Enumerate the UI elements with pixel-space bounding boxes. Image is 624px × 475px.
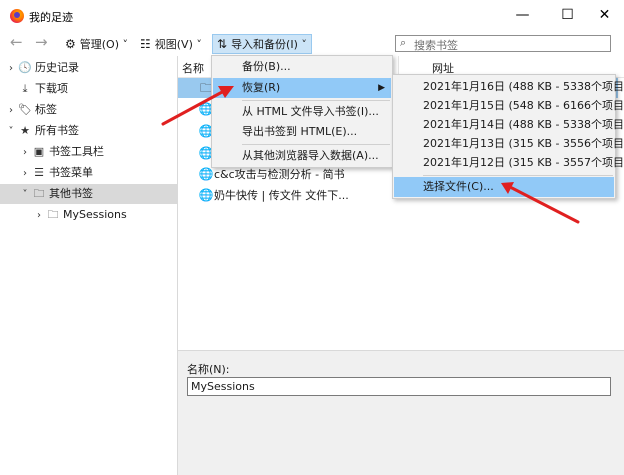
expand-twisty-icon[interactable]: › [4,101,18,121]
expand-twisty-icon[interactable]: › [32,206,46,226]
submenu-arrow-icon: ▶ [378,83,385,93]
window-title: 我的足迹 [29,11,73,24]
tree-item-other-bookmarks[interactable]: ˅ 🗀 其他书签 [0,184,177,204]
collapse-twisty-icon[interactable]: ˅ [18,185,32,205]
import-backup-menu: 备份(B)... 恢复(R) ▶ 从 HTML 文件导入书签(I)... 导出书签… [211,55,393,168]
tree-item-label: MySessions [63,208,127,221]
menu-item-export-html[interactable]: 导出书签到 HTML(E)... [213,122,391,142]
folder-icon: 🗀 [33,187,45,200]
tree-item-label: 书签工具栏 [49,145,104,158]
tree-item-label: 下载项 [35,82,68,95]
back-arrow-icon[interactable]: ← [10,33,23,51]
restore-submenu: 2021年1月16日 (488 KB - 5338个项目) 2021年1月15日… [392,74,624,199]
toolbar-icon: ▣ [33,145,45,158]
star-icon: ★ [20,124,30,137]
tree-item-label: 其他书签 [49,187,93,200]
expand-twisty-icon[interactable]: › [4,59,18,79]
search-icon: ⌕ [400,36,407,49]
tree-item-label: 书签菜单 [49,166,93,179]
menu-item-import-html[interactable]: 从 HTML 文件导入书签(I)... [213,102,391,122]
menu-item-label: 恢复(R) [242,81,281,94]
close-button[interactable]: ✕ [582,0,624,31]
views-menu-button[interactable]: ☷ 视图(V) ˅ [140,35,202,53]
restore-backup-item[interactable]: 2021年1月12日 (315 KB - 3557个项目) [394,153,624,173]
collapse-twisty-icon[interactable]: ˅ [4,122,18,142]
menu-item-backup[interactable]: 备份(B)... [213,57,391,77]
tree-item-downloads[interactable]: ⤓ 下载项 [4,79,68,99]
folder-icon: 🗀 [47,208,59,221]
globe-icon: 🌐 [198,188,214,202]
clock-icon: 🕓 [18,61,32,74]
tree-item-bookmarks-menu[interactable]: › ☰ 书签菜单 [18,163,93,183]
restore-backup-item[interactable]: 2021年1月14日 (488 KB - 5338个项目) [394,115,624,135]
organize-label: 管理(O) ˅ [79,38,129,51]
import-backup-label: 导入和备份(I) ˅ [231,38,307,51]
library-window: 我的足迹 — ☐ ✕ ← → ⚙ 管理(O) ˅ ☷ 视图(V) ˅ ⇅ 导入和备份(… [0,0,624,475]
details-pane: 名称(N): MySessions [178,350,624,475]
menu-separator [242,144,390,145]
tree-item-bookmarks-toolbar[interactable]: › ▣ 书签工具栏 [18,142,104,162]
tree-item-label: 历史记录 [35,61,79,74]
search-placeholder: 搜索书签 [414,39,458,52]
download-icon: ⤓ [22,82,28,95]
firefox-icon [10,9,24,23]
column-name-header[interactable]: 名称 [182,60,204,76]
gear-icon: ⚙ [65,37,76,51]
views-label: 视图(V) ˅ [154,38,202,51]
expand-twisty-icon[interactable]: › [18,143,32,163]
expand-twisty-icon[interactable]: › [18,164,32,184]
tree-item-label: 所有书签 [35,124,79,137]
menu-item-import-other-browser[interactable]: 从其他浏览器导入数据(A)... [213,146,391,166]
row-name: c&c攻击与检测分析 - 简书 [214,168,345,181]
name-field-label: 名称(N): [187,363,230,376]
row-name: 奶牛快传 | 传文件 文件下... [214,189,349,202]
tree-item-label: 标签 [35,103,57,116]
forward-arrow-icon[interactable]: → [35,33,48,51]
up-down-arrows-icon: ⇅ [217,37,228,51]
restore-backup-item[interactable]: 2021年1月15日 (548 KB - 6166个项目) [394,96,624,116]
tree-item-tags[interactable]: › 🏷 标签 [4,100,57,120]
choose-file-item[interactable]: 选择文件(C)... [394,177,614,197]
menu-separator [242,100,390,101]
title-bar: 我的足迹 — ☐ ✕ [0,0,624,31]
restore-backup-item[interactable]: 2021年1月13日 (315 KB - 3556个项目) [394,134,624,154]
minimize-button[interactable]: — [500,0,545,31]
import-backup-menu-button[interactable]: ⇅ 导入和备份(I) ˅ [212,34,312,54]
menu-icon: ☰ [34,166,44,179]
list-icon: ☷ [140,37,151,51]
name-field[interactable]: MySessions [187,377,611,396]
tree-item-all-bookmarks[interactable]: ˅ ★ 所有书签 [4,121,80,142]
menu-separator [423,175,613,176]
sidebar-tree: › 🕓 历史记录 ⤓ 下载项 › 🏷 标签 ˅ ★ 所有书签 › ▣ 书签工具栏 › ☰ 书签菜单 ˅… [0,56,178,475]
tree-item-mysessions[interactable]: › 🗀 MySessions [32,205,127,225]
organize-menu-button[interactable]: ⚙ 管理(O) ˅ [65,35,128,53]
search-bookmarks-input[interactable]: ⌕ 搜索书签 [395,35,611,52]
restore-backup-item[interactable]: 2021年1月16日 (488 KB - 5338个项目) [394,77,624,97]
tag-icon: 🏷 [18,103,32,116]
tree-item-history[interactable]: › 🕓 历史记录 [4,58,79,78]
menu-item-restore[interactable]: 恢复(R) ▶ [213,78,391,98]
